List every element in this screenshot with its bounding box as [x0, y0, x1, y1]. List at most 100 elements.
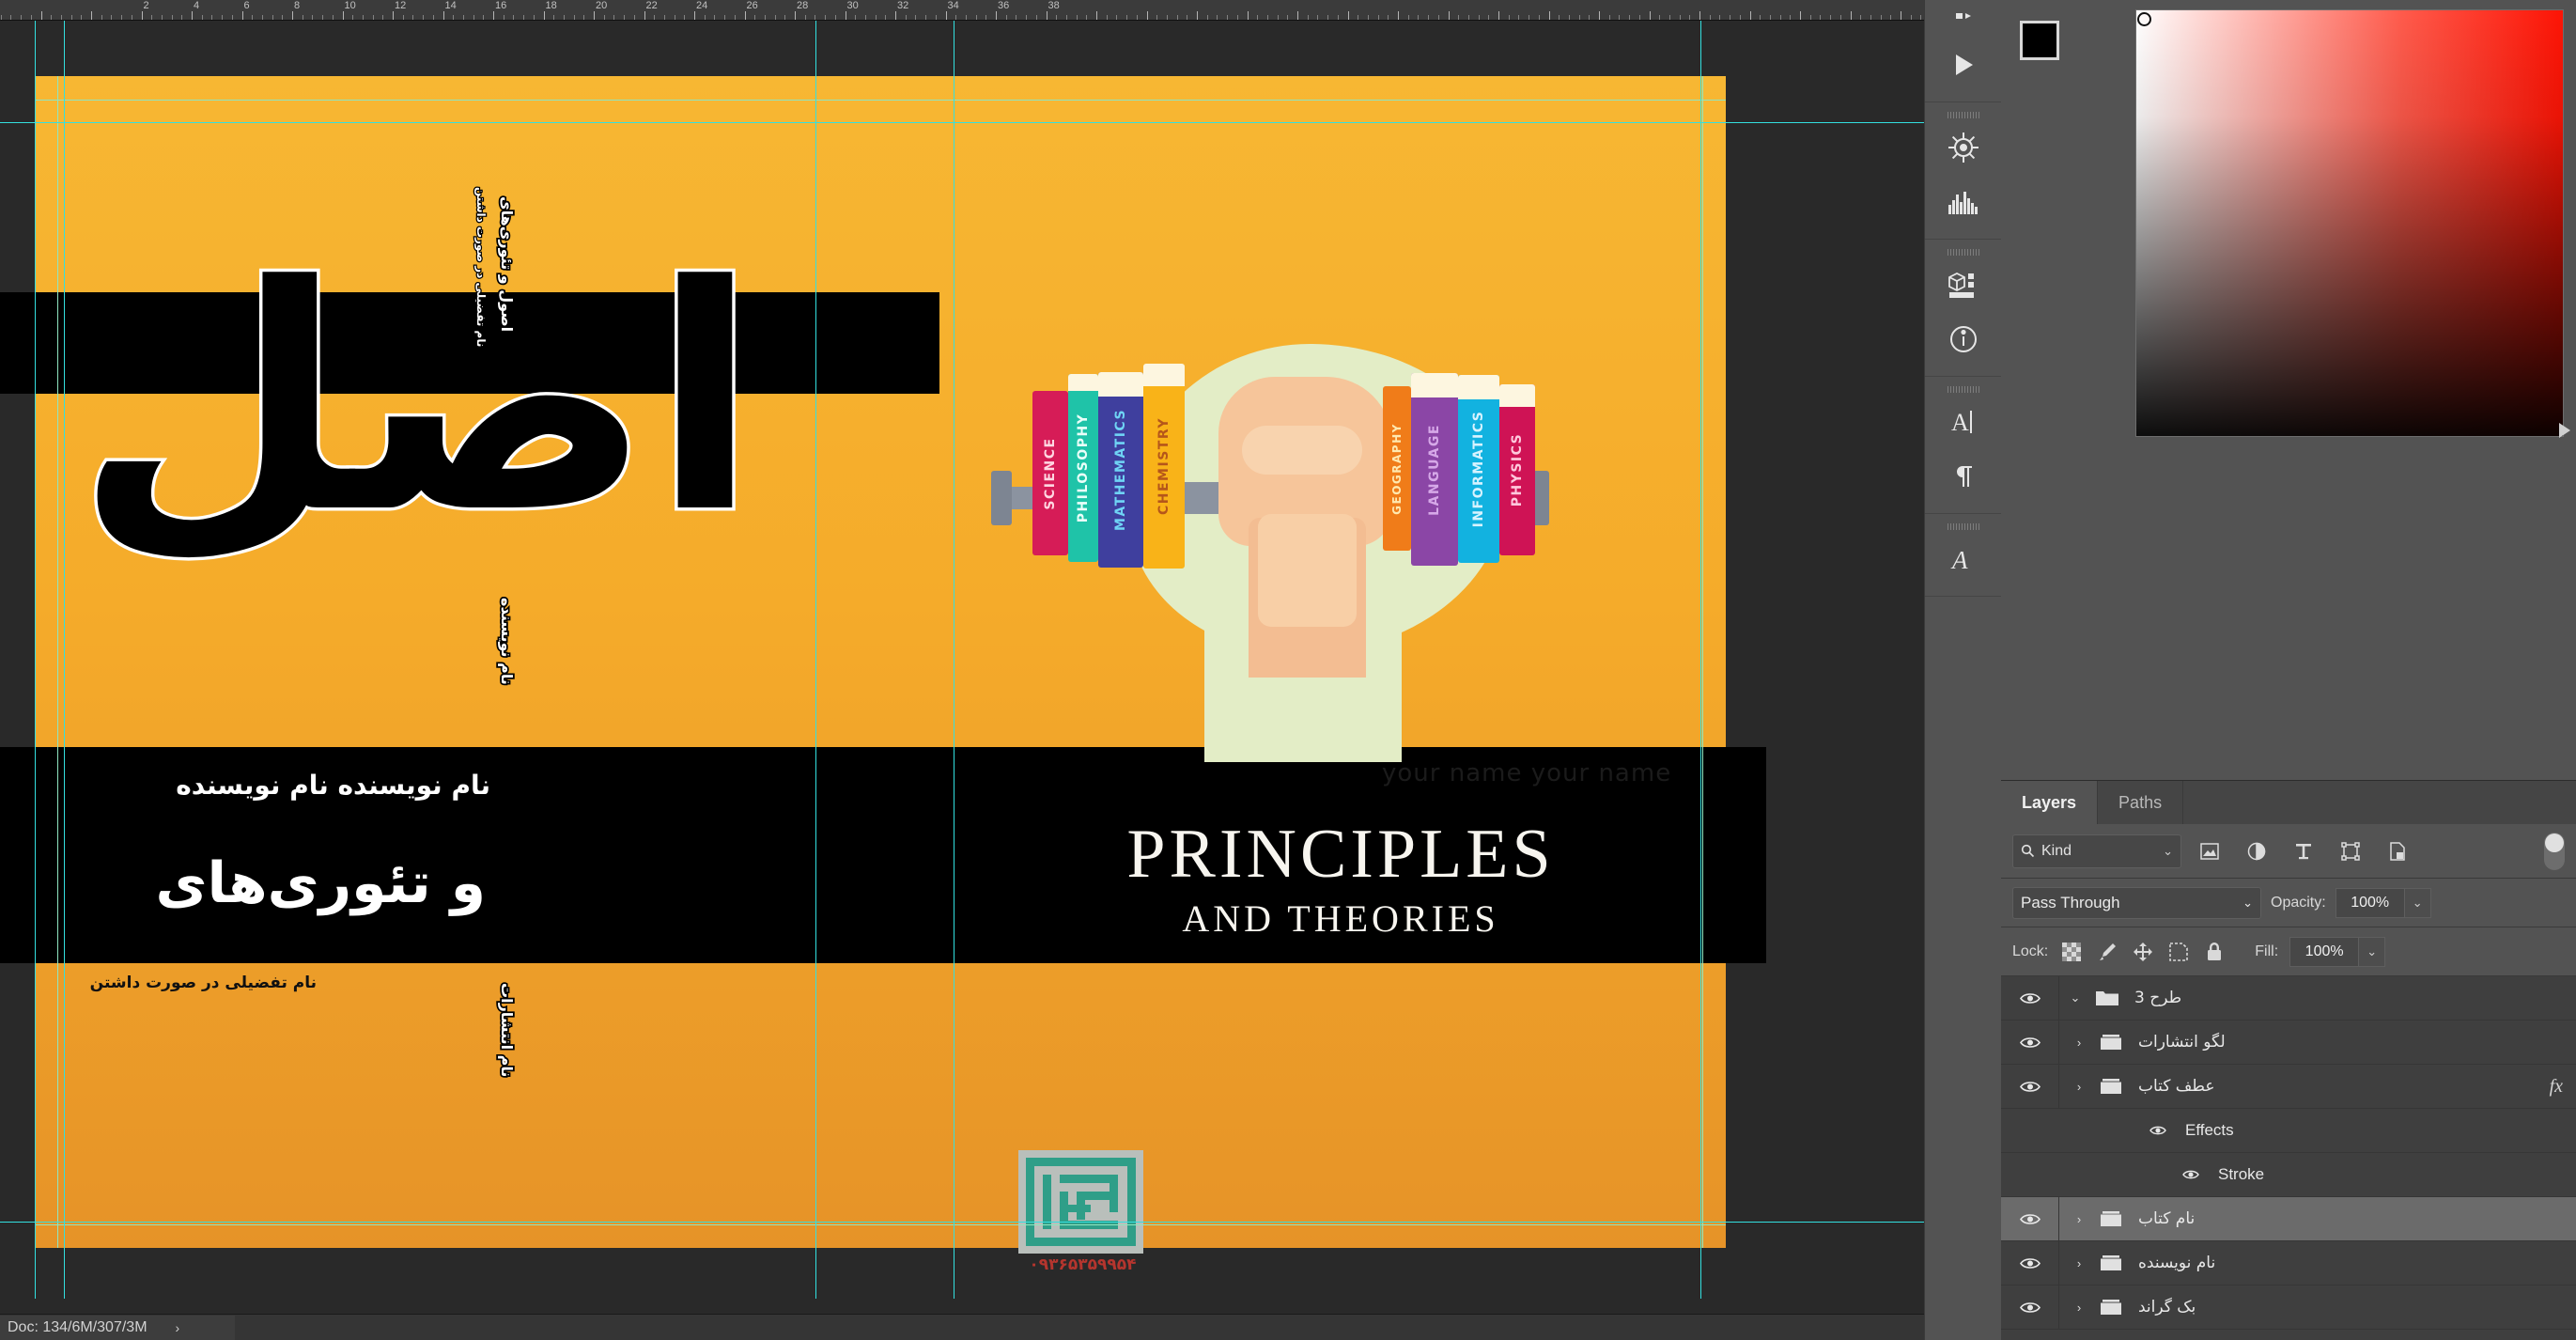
layer-visibility-toggle[interactable]: [2001, 1285, 2059, 1329]
guide-horizontal[interactable]: [0, 122, 1924, 123]
rail-group-glyphs: A: [1925, 514, 2001, 597]
layer-list[interactable]: ⌄طرح 3›لگو انتشارات›عطف کتابfxEffectsStr…: [2001, 976, 2576, 1330]
guide-vertical[interactable]: [64, 21, 65, 1299]
histogram-icon[interactable]: [1925, 175, 2002, 229]
logo-maze-seg: [1026, 1238, 1136, 1246]
layer-row[interactable]: ›عطف کتابfx: [2001, 1065, 2576, 1109]
color-picker-cursor[interactable]: [2137, 12, 2151, 26]
tab-layers[interactable]: Layers: [2001, 781, 2098, 824]
ruler-tick: [10, 15, 11, 20]
canvas-viewport[interactable]: اصل نام نویسنده نام نویسنده و تئوری‌های …: [0, 21, 1924, 1299]
lock-all-icon[interactable]: [2202, 940, 2227, 964]
ruler-tick: [403, 15, 404, 20]
panel-grip[interactable]: [1948, 523, 1979, 530]
guide-horizontal[interactable]: [35, 100, 1726, 101]
lock-position-icon[interactable]: [2131, 940, 2155, 964]
layer-row[interactable]: ›لگو انتشارات: [2001, 1021, 2576, 1065]
ruler-tick-major: [694, 11, 695, 20]
layer-disclosure-icon[interactable]: ›: [2063, 1301, 2095, 1315]
layer-row[interactable]: ⌄طرح 3: [2001, 976, 2576, 1021]
ruler-tick: [885, 15, 886, 20]
3d-properties-icon[interactable]: [1925, 257, 2002, 312]
effect-visibility-toggle[interactable]: [2142, 1125, 2174, 1136]
filter-enable-toggle[interactable]: [2544, 833, 2565, 870]
layer-visibility-toggle[interactable]: [2001, 1241, 2059, 1285]
filter-smart-objects-icon[interactable]: [2379, 834, 2416, 868]
opacity-value[interactable]: 100%: [2335, 888, 2405, 918]
book-language-pages: [1411, 373, 1458, 397]
lock-transparent-pixels-icon[interactable]: [2059, 940, 2084, 964]
filter-shape-layers-icon[interactable]: [2332, 834, 2369, 868]
book-geography: GEOGRAPHY: [1383, 386, 1411, 551]
opacity-label: Opacity:: [2271, 895, 2326, 912]
guide-vertical[interactable]: [1700, 21, 1701, 1299]
artboard-book-cover[interactable]: اصل نام نویسنده نام نویسنده و تئوری‌های …: [35, 76, 1726, 1248]
layer-disclosure-icon[interactable]: ›: [2063, 1080, 2095, 1094]
fill-stepper-icon[interactable]: ⌄: [2359, 937, 2385, 967]
front-author-name: your name your name: [1382, 759, 1671, 787]
layer-effects-badge[interactable]: fx: [2550, 1076, 2576, 1098]
layer-row[interactable]: Effects: [2001, 1109, 2576, 1153]
guide-vertical[interactable]: [57, 76, 58, 1248]
layer-row[interactable]: › نام کتاب: [2001, 1197, 2576, 1241]
layer-row[interactable]: Stroke: [2001, 1153, 2576, 1197]
tab-paths[interactable]: Paths: [2098, 781, 2183, 824]
timeline-play-icon[interactable]: [1925, 0, 2002, 38]
filter-type-layers-icon[interactable]: [2285, 834, 2322, 868]
opacity-stepper-icon[interactable]: ⌄: [2405, 888, 2431, 918]
doc-info-chevron-icon[interactable]: ›: [176, 1320, 180, 1335]
guide-vertical[interactable]: [35, 21, 36, 1299]
layer-visibility-toggle[interactable]: [2001, 1021, 2059, 1064]
layer-visibility-toggle[interactable]: [2001, 976, 2059, 1020]
ruler-tick: [1639, 15, 1640, 20]
layer-disclosure-icon[interactable]: ›: [2063, 1212, 2095, 1226]
guide-horizontal[interactable]: [0, 1222, 1924, 1223]
ruler-tick-major: [946, 11, 947, 20]
ruler-tick: [382, 15, 383, 20]
play-icon[interactable]: [1925, 38, 2002, 92]
guide-vertical[interactable]: [815, 21, 816, 1299]
foreground-color-swatch[interactable]: [2020, 21, 2059, 60]
layer-row[interactable]: ›بک گراند: [2001, 1285, 2576, 1330]
color-ramp-field[interactable]: [2135, 9, 2564, 437]
layer-disclosure-icon[interactable]: ⌄: [2059, 990, 2091, 1005]
logo-maze-seg: [1064, 1205, 1091, 1212]
layer-disclosure-icon[interactable]: ›: [2063, 1036, 2095, 1050]
color-wheel-icon[interactable]: [1925, 120, 2002, 175]
panel-grip[interactable]: [1948, 249, 1979, 256]
filter-adjustment-layers-icon[interactable]: [2238, 834, 2275, 868]
blend-mode-select[interactable]: Pass Through ⌄: [2012, 887, 2261, 919]
filter-kind-select[interactable]: Kind ⌄: [2012, 834, 2181, 868]
ruler-tick: [181, 15, 182, 20]
effect-visibility-toggle[interactable]: [2175, 1169, 2207, 1180]
layer-visibility-toggle[interactable]: [2001, 1065, 2059, 1108]
ruler-tick: [915, 15, 916, 20]
ruler-tick-major: [795, 11, 796, 20]
paragraph-icon[interactable]: [1925, 449, 2002, 504]
panel-grip[interactable]: [1948, 386, 1979, 393]
lock-image-pixels-icon[interactable]: [2095, 940, 2119, 964]
fill-value[interactable]: 100%: [2289, 937, 2359, 967]
guide-vertical[interactable]: [1702, 76, 1703, 1248]
ruler-tick: [21, 15, 22, 20]
ruler-tick: [564, 15, 565, 20]
document-info[interactable]: Doc: 134/6M/307/3M ›: [0, 1316, 235, 1340]
panel-grip[interactable]: [1948, 112, 1979, 118]
layer-name: نام کتاب: [2127, 1209, 2195, 1228]
lock-artboard-nesting-icon[interactable]: [2166, 940, 2191, 964]
ruler-tick: [1559, 15, 1560, 20]
glyphs-icon[interactable]: A: [1925, 532, 2002, 586]
layer-visibility-toggle[interactable]: [2001, 1197, 2059, 1240]
character-icon[interactable]: A: [1925, 395, 2002, 449]
ruler-tick: [262, 15, 263, 20]
ruler-label: 6: [244, 0, 250, 11]
color-panel-collapse-icon[interactable]: [2559, 423, 2570, 438]
info-icon[interactable]: [1925, 312, 2002, 366]
layer-row[interactable]: ›نام نویسنده: [2001, 1241, 2576, 1285]
ruler-tick: [805, 15, 806, 20]
horizontal-ruler[interactable]: 2468101214161820222426283032343638: [0, 0, 1924, 21]
guide-horizontal[interactable]: [35, 1224, 1726, 1225]
doc-info-text: Doc: 134/6M/307/3M: [8, 1319, 147, 1336]
layer-disclosure-icon[interactable]: ›: [2063, 1256, 2095, 1270]
filter-pixel-layers-icon[interactable]: [2191, 834, 2228, 868]
